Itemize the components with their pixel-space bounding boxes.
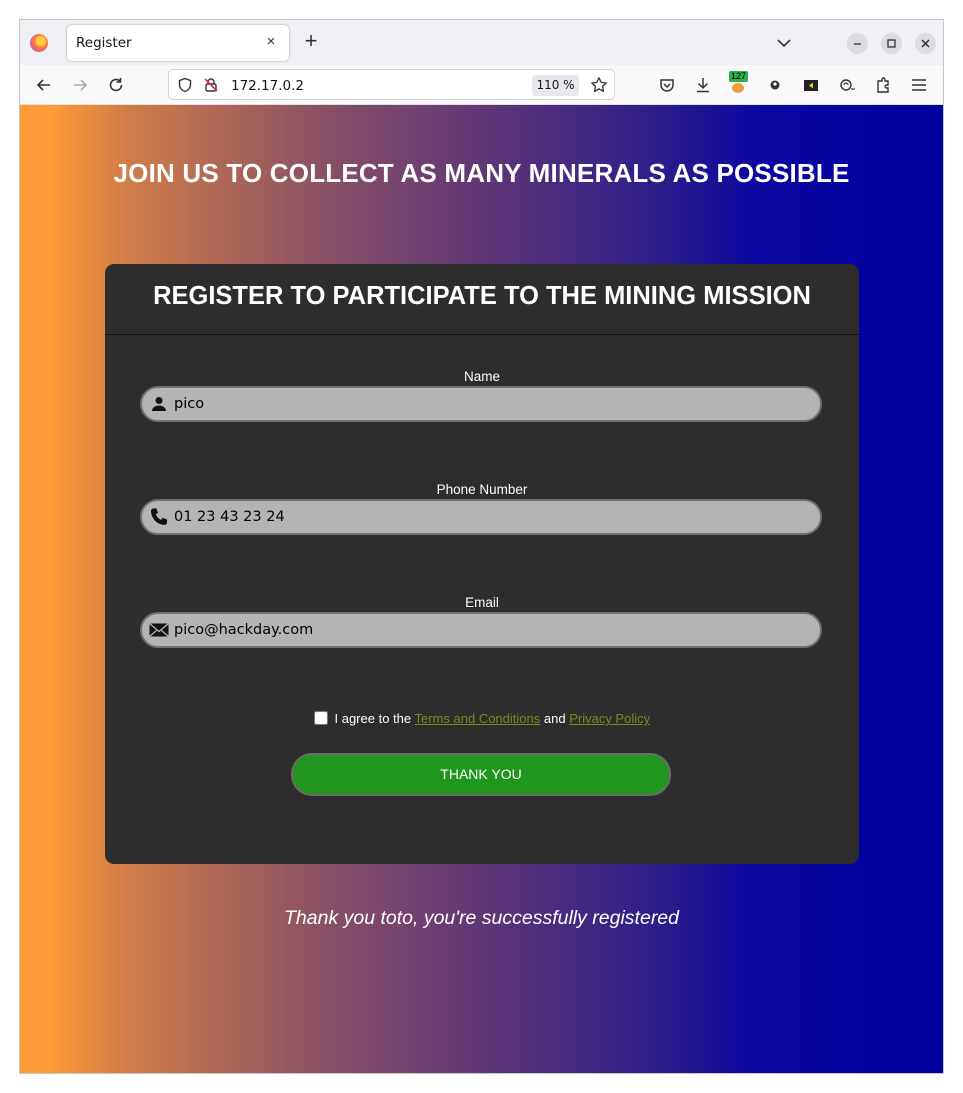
name-field-wrapper[interactable] — [140, 386, 822, 422]
success-message: Thank you toto, you're successfully regi… — [284, 907, 679, 929]
page-content: JOIN US TO COLLECT AS MANY MINERALS AS P… — [20, 105, 943, 1073]
menu-icon[interactable] — [909, 75, 929, 95]
browser-window: Register × + 172.17.0.2 110 % 127 JOIN U… — [19, 19, 944, 1074]
agree-prefix-text: I agree to the — [334, 711, 412, 726]
thank-you-button[interactable]: THANK YOU — [291, 753, 671, 796]
phone-label: Phone Number — [436, 482, 528, 497]
navigation-toolbar: 172.17.0.2 110 % 127 — [20, 65, 943, 105]
person-icon — [152, 397, 166, 411]
insecure-lock-icon[interactable] — [203, 77, 219, 93]
phone-field-wrapper[interactable] — [140, 499, 822, 535]
tab-strip: Register × + — [20, 20, 943, 65]
download-icon[interactable] — [693, 75, 713, 95]
form-title: REGISTER TO PARTICIPATE TO THE MINING MI… — [153, 282, 811, 310]
minimize-icon[interactable] — [847, 33, 868, 54]
agree-and-text: and — [543, 711, 566, 726]
snail-extension-icon[interactable] — [837, 75, 857, 95]
name-input[interactable] — [174, 388, 814, 420]
terms-link[interactable]: Terms and Conditions — [415, 711, 541, 726]
tab-close-icon[interactable]: × — [261, 32, 281, 52]
agree-checkbox[interactable] — [313, 711, 328, 725]
wallet-extension-icon[interactable] — [801, 75, 821, 95]
zoom-indicator[interactable]: 110 % — [532, 75, 579, 96]
email-label: Email — [465, 595, 499, 610]
agreement-row: I agree to the Terms and Conditions and … — [105, 711, 859, 726]
pocket-icon[interactable] — [657, 75, 677, 95]
page-headline: JOIN US TO COLLECT AS MANY MINERALS AS P… — [113, 158, 850, 188]
privacy-link[interactable]: Privacy Policy — [569, 711, 650, 726]
extension-badge-count: 127 — [729, 71, 749, 82]
tab-title: Register — [76, 35, 132, 51]
extensions-puzzle-icon[interactable] — [873, 75, 893, 95]
phone-icon — [150, 508, 168, 525]
email-field-wrapper[interactable] — [140, 612, 822, 648]
phone-input[interactable] — [174, 501, 814, 533]
envelope-icon — [149, 623, 169, 637]
close-window-icon[interactable] — [915, 33, 936, 54]
url-text[interactable]: 172.17.0.2 — [231, 78, 304, 94]
maximize-icon[interactable] — [881, 33, 902, 54]
forward-icon[interactable] — [70, 75, 90, 95]
card-divider — [105, 334, 859, 335]
email-input[interactable] — [174, 614, 814, 646]
new-tab-icon[interactable]: + — [299, 30, 323, 54]
name-label: Name — [463, 369, 500, 384]
reload-icon[interactable] — [106, 75, 126, 95]
bookmark-star-icon[interactable] — [590, 76, 608, 94]
list-all-tabs-icon[interactable] — [772, 31, 796, 55]
ghost-extension-icon[interactable] — [765, 75, 785, 95]
url-bar[interactable]: 172.17.0.2 110 % — [168, 69, 615, 100]
tab-register[interactable]: Register × — [67, 25, 289, 61]
firefox-logo-icon — [30, 34, 48, 52]
registration-card: REGISTER TO PARTICIPATE TO THE MINING MI… — [105, 264, 859, 864]
back-icon[interactable] — [34, 75, 54, 95]
extension-badge-icon[interactable]: 127 — [726, 71, 750, 97]
shield-icon[interactable] — [177, 77, 193, 93]
